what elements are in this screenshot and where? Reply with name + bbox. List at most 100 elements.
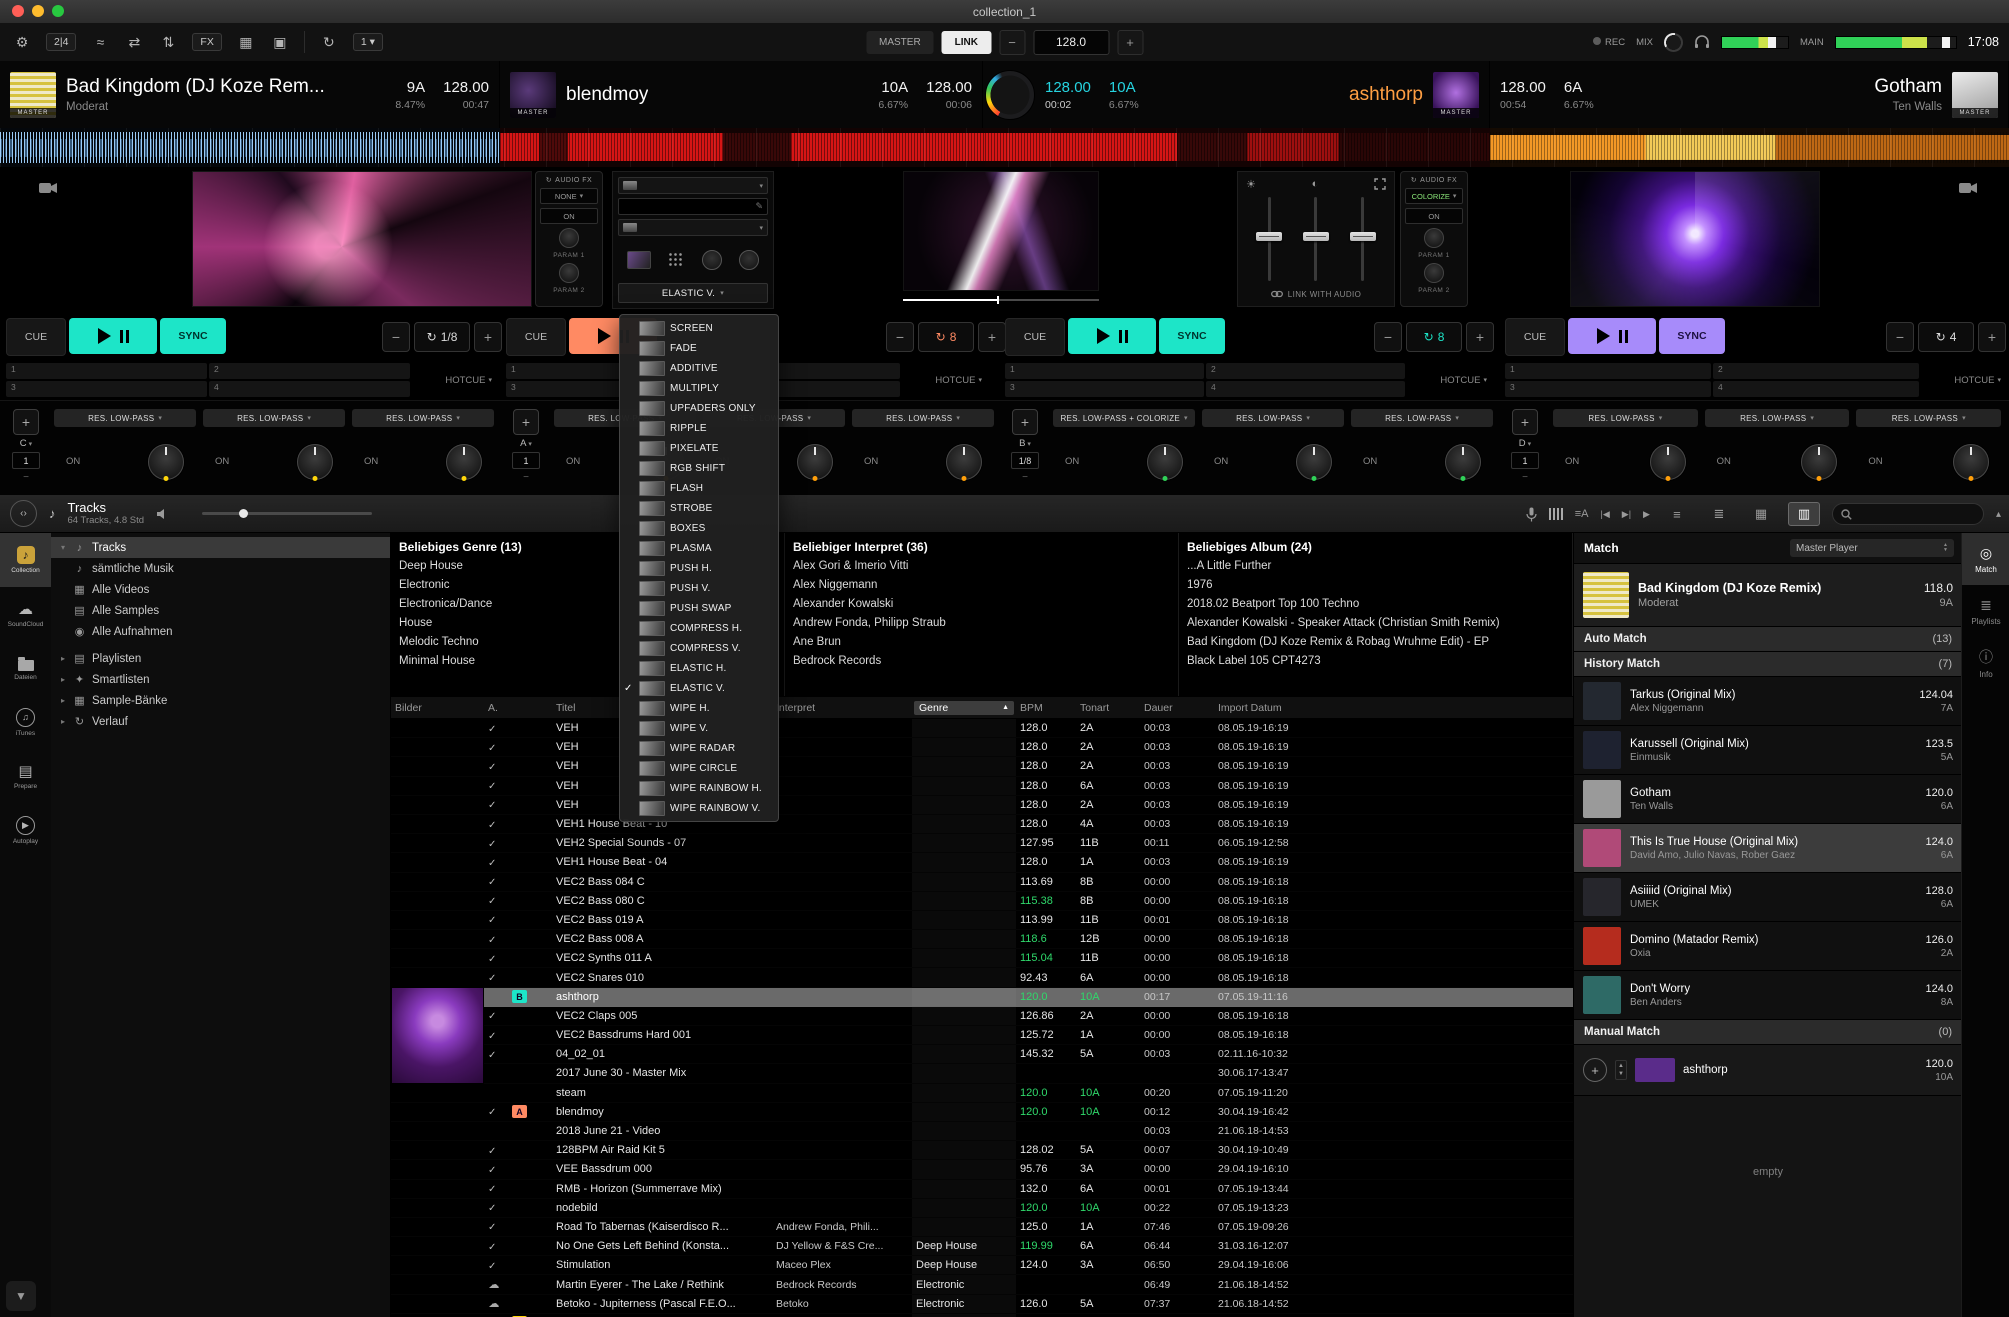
deck-d-loop-halve-button[interactable]: − — [1886, 322, 1914, 352]
table-row[interactable]: ✓☁ VEH 128.0 2A 00:03 08.05.19-16:19 — [391, 757, 1573, 776]
filter-item[interactable]: 1976 — [1179, 576, 1572, 595]
manual-match-section-header[interactable]: Manual Match(0) — [1574, 1020, 1962, 1045]
blend-mode-item[interactable]: ✓ COMPRESS V. — [620, 638, 778, 658]
deck-b-waveform[interactable] — [500, 128, 985, 167]
sort-az-icon[interactable]: ≡A — [1575, 508, 1589, 520]
table-row[interactable]: ✓☁ VEC2 Bass 019 A 113.99 11B 00:01 08.0… — [391, 911, 1573, 930]
disclosure-icon[interactable]: ▸ — [59, 696, 67, 705]
fx-effect-select[interactable]: RES. LOW-PASS▾ — [1202, 409, 1344, 427]
blend-mode-item[interactable]: ✓ WIPE V. — [620, 718, 778, 738]
deck-d-sync-button[interactable]: SYNC — [1659, 318, 1725, 354]
next-track-icon[interactable]: ▶| — [1622, 509, 1631, 520]
deck-c-hotcue-pad-2[interactable]: 2 — [1206, 363, 1405, 379]
fx-panel-toggle[interactable]: FX — [192, 33, 221, 51]
blend-mode-item[interactable]: ✓ RGB SHIFT — [620, 458, 778, 478]
sidebar-item-collection[interactable]: ♪ Collection — [0, 533, 51, 587]
collapse-browser-icon[interactable]: ▴ — [1996, 509, 2001, 520]
deck-b-loop-size[interactable]: ↻8 — [918, 322, 974, 352]
table-row[interactable]: ✓☁ VEC2 Bass 080 C 115.38 8B 00:00 08.05… — [391, 892, 1573, 911]
fx-on-label[interactable]: ON — [1868, 456, 1882, 467]
deck-a-cue-button[interactable]: CUE — [6, 318, 66, 356]
fx-on-label[interactable]: ON — [364, 456, 378, 467]
table-row[interactable]: ✓☁ No One Gets Left Behind (Konsta... DJ… — [391, 1237, 1573, 1256]
tab-playlists[interactable]: ≣ Playlists — [1962, 585, 2009, 637]
table-row[interactable]: ✓☁ Stimulation Maceo Plex Deep House 124… — [391, 1256, 1573, 1275]
deck-a-play-button[interactable] — [69, 318, 157, 354]
blend-mode-item[interactable]: ✓ PIXELATE — [620, 438, 778, 458]
filter-item[interactable]: 2018.02 Beatport Top 100 Techno — [1179, 595, 1572, 614]
view-detail-button[interactable]: ≣ — [1704, 503, 1734, 525]
fx-param1-knob[interactable] — [1424, 228, 1444, 248]
rec-button[interactable]: REC — [1593, 37, 1625, 48]
table-row[interactable]: ✓☁ VEC2 Claps 005 126.86 2A 00:00 08.05.… — [391, 1007, 1573, 1026]
tree-item-sample-baenke[interactable]: ▸ ▦ Sample-Bänke — [51, 690, 390, 711]
deck-d-hotcue-pad-2[interactable]: 2 — [1713, 363, 1919, 379]
history-match-item[interactable]: Tarkus (Original Mix) Alex Niggemann 124… — [1574, 677, 1962, 726]
disclosure-icon[interactable]: ▸ — [59, 675, 67, 684]
sidebar-item-soundcloud[interactable]: ☁ SoundCloud — [0, 587, 51, 641]
history-match-section-header[interactable]: History Match(7) — [1574, 652, 1962, 677]
fx-effect-select[interactable]: RES. LOW-PASS▾ — [1856, 409, 2001, 427]
fx-amount-knob[interactable] — [1445, 444, 1481, 480]
deck-c-loop-double-button[interactable]: + — [1466, 322, 1494, 352]
tree-item-alle-videos[interactable]: ▦ Alle Videos — [51, 579, 390, 600]
blend-mode-item[interactable]: ✓ ADDITIVE — [620, 358, 778, 378]
deck-d-hotcue-pad-1[interactable]: 1 — [1505, 363, 1711, 379]
deck-d-loop-size[interactable]: ↻4 — [1918, 322, 1974, 352]
deck-a-hotcue-pad-3[interactable]: 3 — [6, 381, 207, 397]
match-player-select[interactable]: Master Player▲▼ — [1790, 539, 1954, 557]
video-slider-1[interactable] — [1268, 197, 1271, 281]
deck-b-hotcue-mode-select[interactable]: HOTCUE▾ — [902, 363, 984, 397]
deck-a-bpm[interactable]: 128.00 — [443, 79, 489, 96]
zoom-button[interactable] — [52, 5, 64, 17]
blend-mode-item[interactable]: ✓ SCREEN — [620, 318, 778, 338]
sidebar-item-prepare[interactable]: ▤ Prepare — [0, 749, 51, 803]
autoplay-icon[interactable]: ▶ — [1643, 509, 1650, 520]
fx-beats-minus[interactable]: − — [23, 472, 29, 483]
deck-b-cue-button[interactable]: CUE — [506, 318, 566, 356]
history-match-item[interactable]: Don't Worry Ben Anders 124.0 8A — [1574, 971, 1962, 1020]
sidebar-item-autoplay[interactable]: ▶ Autoplay — [0, 803, 51, 857]
blend-mode-item[interactable]: ✓ ELASTIC V. — [620, 678, 778, 698]
table-row[interactable]: ✓☁ VEC2 Snares 010 92.43 6A 00:00 08.05.… — [391, 968, 1573, 987]
fx-beats-value[interactable]: 1 — [12, 452, 40, 469]
blend-mode-item[interactable]: ✓ RIPPLE — [620, 418, 778, 438]
fx-on-label[interactable]: ON — [1214, 456, 1228, 467]
add-fx-button[interactable]: + — [513, 409, 539, 435]
table-row[interactable]: ✓☁ nodebild 120.0 10A 00:22 07.05.19-13:… — [391, 1199, 1573, 1218]
deck-b-loop-double-button[interactable]: + — [978, 322, 1006, 352]
disclosure-icon[interactable]: ▸ — [59, 717, 67, 726]
master-tempo-button[interactable]: MASTER — [866, 31, 934, 54]
alpha-knob[interactable] — [739, 250, 759, 270]
blend-mode-select[interactable]: ELASTIC V.▾ — [618, 283, 768, 303]
loop-snap-icon[interactable]: ↻ — [319, 34, 339, 51]
filter-item[interactable]: Alex Gori & Imerio Vitti — [785, 557, 1178, 576]
fx-on-label[interactable]: ON — [566, 456, 580, 467]
match-current-track[interactable]: Bad Kingdom (DJ Koze Remix) Moderat 118.… — [1574, 563, 1962, 627]
blend-mode-item[interactable]: ✓ WIPE RAINBOW H. — [620, 778, 778, 798]
col-bpm[interactable]: BPM — [1016, 702, 1076, 714]
add-fx-button[interactable]: + — [1012, 409, 1038, 435]
keyboard-icon[interactable]: ≈ — [90, 34, 110, 50]
deck-a-loop-halve-button[interactable]: − — [382, 322, 410, 352]
history-match-item[interactable]: Domino (Matador Remix) Oxia 126.0 2A — [1574, 922, 1962, 971]
fx-param1-knob[interactable] — [559, 228, 579, 248]
fx-on-label[interactable]: ON — [1565, 456, 1579, 467]
fx-amount-knob[interactable] — [1953, 444, 1989, 480]
blend-mode-item[interactable]: ✓ FLASH — [620, 478, 778, 498]
fx-preset-select[interactable]: NONE▾ — [540, 188, 598, 204]
table-row[interactable]: ✓☁ A blendmoy 120.0 10A 00:12 30.04.19-1… — [391, 1103, 1573, 1122]
deck-c-hotcue-mode-select[interactable]: HOTCUE▾ — [1407, 363, 1489, 397]
scrubber-handle[interactable] — [997, 296, 999, 304]
deck-c-hotcue-pad-4[interactable]: 4 — [1206, 381, 1405, 397]
fx-on-button[interactable]: ON — [540, 208, 598, 224]
deck-d-loop-double-button[interactable]: + — [1978, 322, 2006, 352]
blend-mode-item[interactable]: ✓ ELASTIC H. — [620, 658, 778, 678]
tree-item-saemtliche-musik[interactable]: ♪ sämtliche Musik — [51, 558, 390, 579]
camera-icon[interactable] — [1958, 181, 1978, 195]
minimize-button[interactable] — [32, 5, 44, 17]
deck-layout-toggle[interactable]: 2|4 — [46, 33, 76, 51]
col-import[interactable]: Import Datum — [1214, 702, 1354, 714]
mix-knob[interactable] — [1664, 33, 1683, 52]
col-dauer[interactable]: Dauer — [1140, 702, 1214, 714]
